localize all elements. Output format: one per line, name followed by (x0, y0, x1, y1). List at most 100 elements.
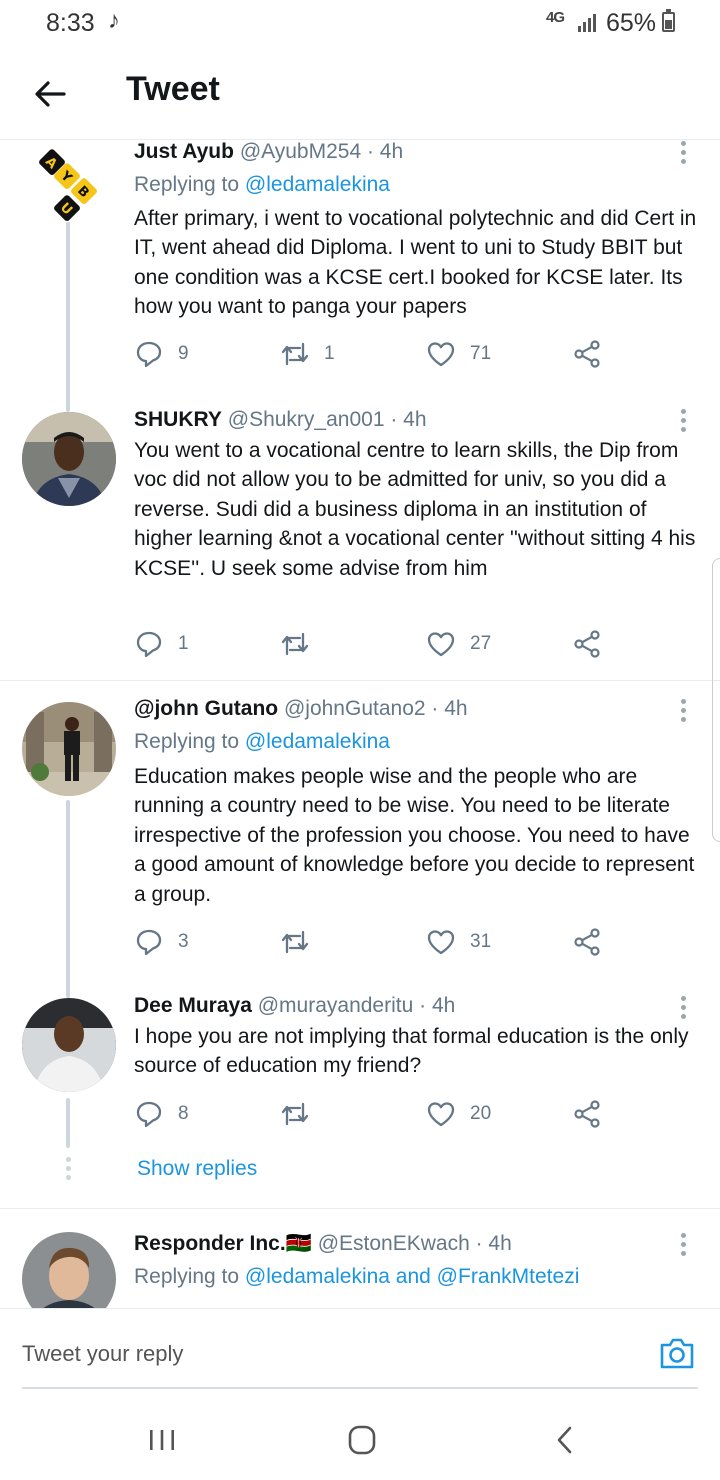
back-nav-icon[interactable] (546, 1424, 586, 1456)
reply-input[interactable]: Tweet your reply (22, 1341, 183, 1367)
kenya-flag-icon: 🇰🇪 (285, 1232, 312, 1255)
music-note-icon: ♪ (108, 7, 120, 34)
heart-icon (427, 342, 455, 367)
replying-to: Replying to @ledamalekina and @FrankMtet… (134, 1265, 579, 1289)
author-handle: @johnGutano2 · 4h (283, 697, 468, 720)
thread-line (66, 1098, 70, 1148)
more-vertical-icon[interactable] (680, 1233, 688, 1257)
mention-link[interactable]: @ledamalekina (245, 730, 390, 753)
arrow-left-icon[interactable] (32, 76, 68, 112)
more-replies-dots (66, 1157, 72, 1184)
like-button[interactable]: 31 (426, 925, 491, 959)
retweet-icon (281, 930, 309, 954)
avatar[interactable] (22, 1232, 116, 1308)
reply-feed[interactable]: A Y B U Just Ayub @AyubM254 · 4h Replyin… (0, 140, 720, 1308)
retweet-icon (281, 342, 309, 366)
reply-button[interactable]: 3 (134, 925, 189, 959)
like-button[interactable]: 71 (426, 337, 491, 371)
reply-count: 9 (178, 343, 189, 364)
author-name[interactable]: SHUKRY (134, 408, 222, 431)
tweet-header: SHUKRY @Shukry_an001 · 4h (134, 408, 427, 432)
avatar[interactable] (22, 998, 116, 1092)
show-replies-link[interactable]: Show replies (137, 1157, 257, 1181)
author-handle: @murayanderitu · 4h (257, 994, 456, 1017)
tweet-header: Dee Muraya @murayanderitu · 4h (134, 994, 455, 1018)
retweet-button[interactable]: 1 (280, 337, 335, 371)
like-count: 31 (470, 931, 492, 952)
reply-icon (136, 1101, 162, 1128)
divider (0, 680, 720, 681)
reply-button[interactable]: 9 (134, 337, 189, 371)
retweet-button[interactable] (280, 925, 310, 959)
heart-icon (427, 1102, 455, 1127)
mention-link[interactable]: @ledamalekina and @FrankMtetezi (245, 1265, 579, 1288)
reply-count: 3 (178, 931, 189, 952)
retweet-button[interactable] (280, 1097, 310, 1131)
more-vertical-icon[interactable] (680, 141, 688, 165)
like-button[interactable]: 20 (426, 1097, 491, 1131)
thread-line (66, 222, 70, 412)
scrollbar[interactable] (712, 558, 720, 842)
share-button[interactable] (572, 1097, 602, 1131)
replying-to: Replying to @ledamalekina (134, 730, 390, 754)
avatar[interactable] (22, 702, 116, 796)
system-nav-bar (0, 1400, 720, 1480)
signal-icon (578, 14, 596, 32)
reply-button[interactable]: 1 (134, 627, 189, 661)
input-underline (22, 1387, 698, 1389)
tweet-text: You went to a vocational centre to learn… (134, 439, 696, 580)
app-header: Tweet (0, 60, 720, 140)
share-button[interactable] (572, 925, 602, 959)
tweet-actions: 9 1 71 (134, 337, 614, 371)
battery-icon (662, 9, 675, 32)
author-name[interactable]: Dee Muraya (134, 994, 252, 1017)
author-handle: @Shukry_an001 · 4h (227, 408, 427, 431)
author-name[interactable]: @john Gutano (134, 697, 278, 720)
retweet-count: 1 (324, 343, 335, 364)
author-handle: @AyubM254 · 4h (239, 140, 404, 163)
avatar[interactable] (22, 412, 116, 506)
tweet-text: I hope you are not implying that formal … (134, 1025, 689, 1078)
tweet-actions: 3 31 (134, 925, 614, 959)
more-vertical-icon[interactable] (680, 699, 688, 723)
thread-line (66, 800, 70, 998)
author-handle: @EstonEKwach · 4h (317, 1232, 512, 1255)
tweet-header: Just Ayub @AyubM254 · 4h (134, 140, 403, 164)
author-name[interactable]: Responder Inc. (134, 1232, 286, 1255)
tweet-text: Education makes people wise and the peop… (134, 765, 695, 906)
reply-count: 8 (178, 1103, 189, 1124)
more-vertical-icon[interactable] (680, 409, 688, 433)
author-name[interactable]: Just Ayub (134, 140, 234, 163)
like-button[interactable]: 27 (426, 627, 491, 661)
reply-icon (136, 631, 162, 658)
replying-prefix: Replying to (134, 730, 245, 753)
share-icon (574, 340, 600, 368)
like-count: 20 (470, 1103, 492, 1124)
share-icon (574, 630, 600, 658)
reply-icon (136, 341, 162, 368)
tweet-header: @john Gutano @johnGutano2 · 4h (134, 697, 468, 721)
share-button[interactable] (572, 627, 602, 661)
more-vertical-icon[interactable] (680, 996, 688, 1020)
share-icon (574, 928, 600, 956)
share-button[interactable] (572, 337, 602, 371)
home-icon[interactable] (342, 1424, 382, 1456)
mention-link[interactable]: @ledamalekina (245, 173, 390, 196)
like-count: 71 (470, 343, 492, 364)
share-icon (574, 1100, 600, 1128)
camera-icon[interactable] (658, 1335, 696, 1371)
avatar[interactable]: A Y B U (22, 140, 116, 234)
network-type: 4G (546, 9, 565, 26)
heart-icon (427, 930, 455, 955)
status-time: 8:33 (46, 9, 95, 37)
reply-composer: Tweet your reply (0, 1308, 720, 1389)
tweet-header: Responder Inc.🇰🇪 @EstonEKwach · 4h (134, 1232, 512, 1256)
retweet-button[interactable] (280, 627, 310, 661)
battery-percent: 65% (606, 9, 657, 37)
replying-to: Replying to @ledamalekina (134, 173, 390, 197)
tweet-text: After primary, i went to vocational poly… (134, 207, 697, 319)
status-bar: 8:33 ♪ 4G 65% (0, 0, 720, 48)
reply-button[interactable]: 8 (134, 1097, 189, 1131)
heart-icon (427, 632, 455, 657)
recent-apps-icon[interactable] (142, 1424, 182, 1456)
